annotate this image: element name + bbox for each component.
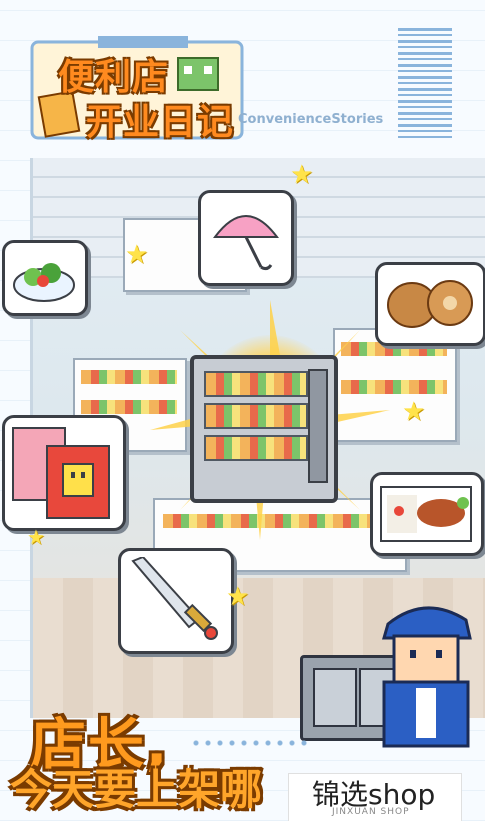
- star-icon: ★: [27, 525, 45, 549]
- dotted-line-decoration: [190, 738, 310, 748]
- shirt-bubble[interactable]: [2, 415, 126, 531]
- shopkeeper-character: [382, 606, 472, 748]
- fridge-icon[interactable]: [190, 355, 338, 503]
- umbrella-bubble[interactable]: [198, 190, 294, 286]
- bread-bubble[interactable]: [375, 262, 485, 346]
- shirt-icon: [12, 427, 110, 519]
- bread-icon: [387, 280, 473, 328]
- game-title-line2: 开业日记: [86, 102, 235, 143]
- star-icon: ★: [125, 240, 149, 270]
- barcode-decoration: [398, 28, 452, 138]
- watermark-subtitle: JINXUAN SHOP: [332, 807, 410, 817]
- bento-bubble[interactable]: [370, 472, 484, 556]
- game-promo-screen: 便利店 开业日记 ConvenienceStories ★ ★ ★ ★ ★ 店长…: [0, 0, 485, 821]
- salad-icon: [13, 263, 75, 302]
- sword-icon: [131, 557, 218, 640]
- star-icon: ★: [226, 582, 250, 612]
- slogan-line2: 今天要上架哪: [10, 765, 263, 814]
- bento-icon: [380, 486, 472, 542]
- game-subtitle: ConvenienceStories: [238, 112, 384, 127]
- header: 便利店 开业日记 ConvenienceStories: [0, 0, 485, 150]
- salad-bubble[interactable]: [2, 240, 88, 316]
- sword-bubble[interactable]: [118, 548, 234, 654]
- star-icon: ★: [402, 397, 426, 427]
- umbrella-icon: [213, 215, 279, 271]
- star-icon: ★: [290, 160, 314, 190]
